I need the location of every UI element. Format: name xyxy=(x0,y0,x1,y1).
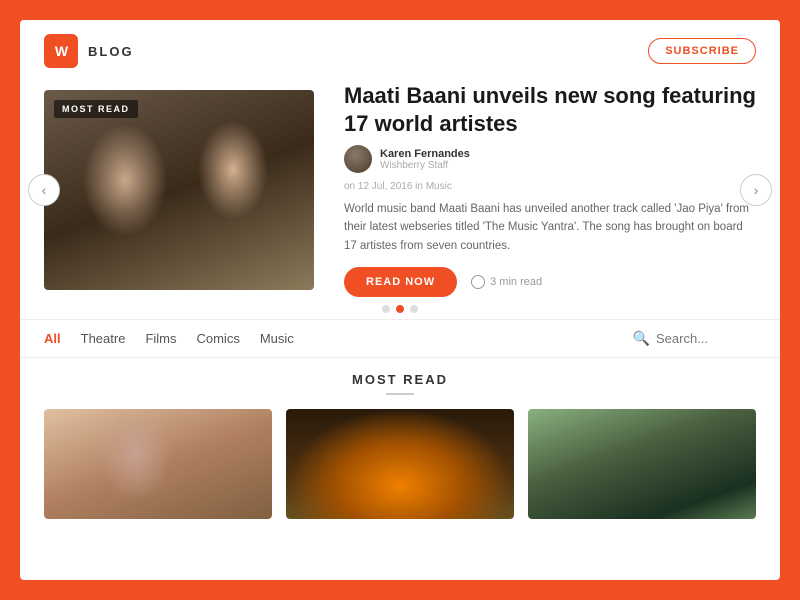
tab-theatre[interactable]: Theatre xyxy=(81,331,126,346)
hero-photo xyxy=(44,90,314,290)
card-1[interactable] xyxy=(44,409,272,519)
most-read-title: MOST READ xyxy=(44,372,756,387)
carousel-dot-2[interactable] xyxy=(396,305,404,313)
author-role: Wishberry Staff xyxy=(380,160,470,171)
search-icon: 🔍 xyxy=(633,330,650,347)
author-name: Karen Fernandes xyxy=(380,148,470,160)
most-read-section: MOST READ xyxy=(20,358,780,580)
hero-section: ‹ MOST READ Maati Baani unveils new song… xyxy=(20,82,780,297)
hero-description: World music band Maati Baani has unveile… xyxy=(344,200,756,255)
filter-bar: All Theatre Films Comics Music 🔍 xyxy=(20,319,780,358)
cards-row xyxy=(44,409,756,519)
post-meta: on 12 Jul, 2016 in Music xyxy=(344,181,756,192)
hero-actions: READ NOW 3 min read xyxy=(344,267,756,297)
read-time: 3 min read xyxy=(471,275,542,289)
prev-arrow-button[interactable]: ‹ xyxy=(28,174,60,206)
search-input[interactable] xyxy=(656,331,756,346)
main-container: W BLOG SUBSCRIBE ‹ MOST READ Maati Baani… xyxy=(20,20,780,580)
card-3[interactable] xyxy=(528,409,756,519)
arrow-right-icon: › xyxy=(754,182,759,198)
card-image-3 xyxy=(528,409,756,519)
author-row: Karen Fernandes Wishberry Staff xyxy=(344,145,756,173)
arrow-left-icon: ‹ xyxy=(42,182,47,198)
search-area: 🔍 xyxy=(633,330,756,347)
filter-tabs: All Theatre Films Comics Music xyxy=(44,331,294,346)
hero-content: Maati Baani unveils new song featuring 1… xyxy=(344,82,756,297)
read-time-text: 3 min read xyxy=(490,276,542,288)
subscribe-button[interactable]: SUBSCRIBE xyxy=(648,38,756,64)
hero-title: Maati Baani unveils new song featuring 1… xyxy=(344,82,756,137)
logo-text: BLOG xyxy=(88,44,134,59)
read-now-button[interactable]: READ NOW xyxy=(344,267,457,297)
tab-music[interactable]: Music xyxy=(260,331,294,346)
clock-icon xyxy=(471,275,485,289)
carousel-dots xyxy=(20,297,780,319)
carousel-dot-3[interactable] xyxy=(410,305,418,313)
next-arrow-button[interactable]: › xyxy=(740,174,772,206)
tab-all[interactable]: All xyxy=(44,331,61,346)
header: W BLOG SUBSCRIBE xyxy=(20,20,780,82)
card-2[interactable] xyxy=(286,409,514,519)
card-image-1 xyxy=(44,409,272,519)
card-image-2 xyxy=(286,409,514,519)
avatar xyxy=(344,145,372,173)
hero-image: MOST READ xyxy=(44,90,314,290)
most-read-badge: MOST READ xyxy=(54,100,138,118)
logo-area: W BLOG xyxy=(44,34,134,68)
logo-icon: W xyxy=(44,34,78,68)
section-divider xyxy=(386,393,414,395)
carousel-dot-1[interactable] xyxy=(382,305,390,313)
tab-comics[interactable]: Comics xyxy=(196,331,239,346)
tab-films[interactable]: Films xyxy=(145,331,176,346)
author-info: Karen Fernandes Wishberry Staff xyxy=(380,148,470,171)
